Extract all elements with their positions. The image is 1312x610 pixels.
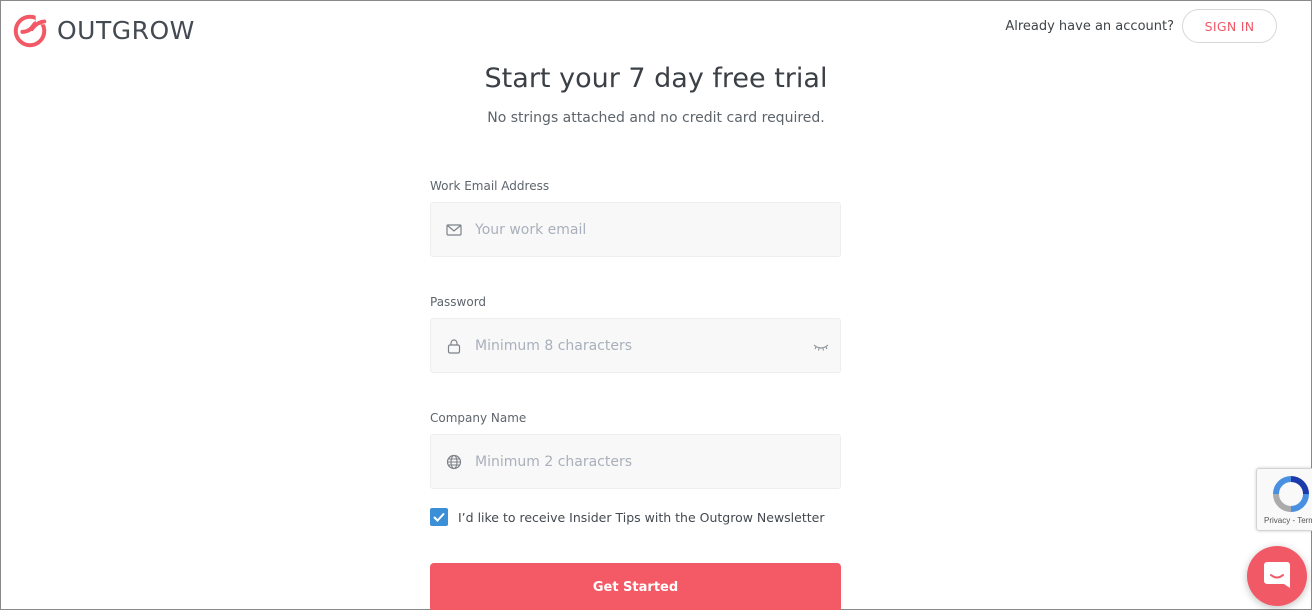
newsletter-row: I’d like to receive Insider Tips with th… (430, 508, 841, 526)
recaptcha-icon (1273, 476, 1309, 512)
signup-form: Work Email Address Password Company Name (430, 179, 841, 610)
company-input[interactable] (431, 435, 840, 488)
chat-widget-button[interactable] (1247, 546, 1307, 606)
header-account: Already have an account? SIGN IN (1005, 9, 1277, 43)
envelope-icon (446, 224, 462, 236)
globe-icon (446, 454, 462, 470)
checkmark-icon (433, 512, 445, 522)
eye-hidden-icon[interactable] (813, 341, 829, 353)
lock-icon (447, 339, 461, 354)
sign-in-button[interactable]: SIGN IN (1182, 9, 1277, 43)
brand-name: OUTGROW (57, 15, 195, 45)
newsletter-label[interactable]: I’d like to receive Insider Tips with th… (458, 510, 824, 525)
outgrow-logo-icon (13, 12, 48, 48)
get-started-button[interactable]: Get Started (430, 563, 841, 610)
email-input[interactable] (431, 203, 840, 256)
company-group: Company Name (430, 411, 841, 489)
chat-bubble-icon (1264, 562, 1290, 588)
email-label: Work Email Address (430, 179, 550, 193)
password-input[interactable] (431, 319, 840, 372)
company-field-wrapper (430, 434, 841, 489)
email-group: Work Email Address (430, 179, 841, 257)
password-group: Password (430, 295, 841, 373)
email-field-wrapper (430, 202, 841, 257)
company-label: Company Name (430, 411, 527, 425)
recaptcha-footer[interactable]: Privacy - Terms (1264, 516, 1312, 525)
recaptcha-badge[interactable]: Privacy - Terms (1256, 468, 1312, 531)
page-subtitle: No strings attached and no credit card r… (487, 110, 825, 126)
password-label: Password (430, 295, 487, 309)
password-field-wrapper (430, 318, 841, 373)
newsletter-checkbox[interactable] (430, 508, 448, 526)
page-title: Start your 7 day free trial (484, 63, 828, 94)
brand-logo[interactable]: OUTGROW (11, 11, 195, 49)
account-prompt: Already have an account? (1005, 18, 1174, 34)
